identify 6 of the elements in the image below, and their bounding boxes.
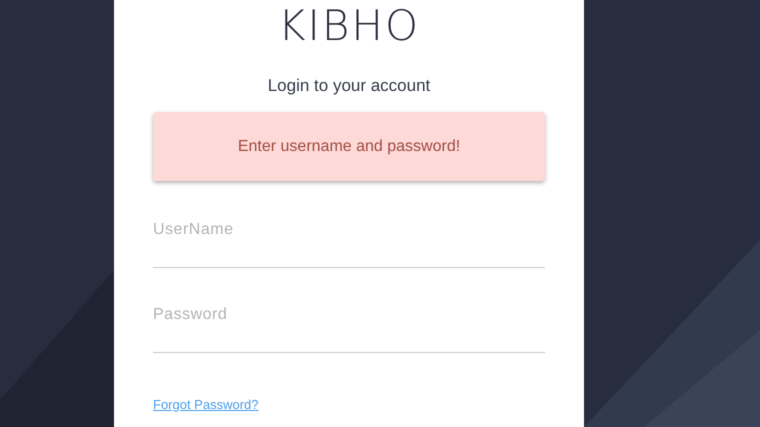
error-message: Enter username and password! — [238, 136, 460, 156]
input-field[interactable]: Password — [153, 293, 545, 353]
logo: KIBHO — [278, 3, 420, 49]
form-heading: Login to your account — [268, 75, 430, 97]
forgot-password-link[interactable]: Forgot Password? — [153, 395, 258, 414]
input-field[interactable]: UserName — [153, 208, 545, 268]
